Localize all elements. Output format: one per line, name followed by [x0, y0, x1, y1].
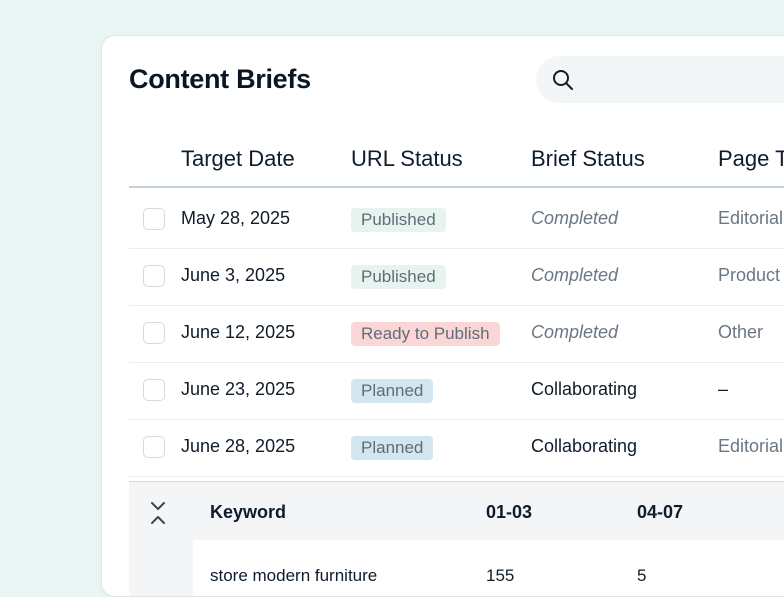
column-header-page-type[interactable]: Page T [718, 146, 784, 172]
rank-01-03-cell: 155 [486, 566, 515, 585]
page-type-cell: Editorial [718, 436, 784, 456]
url-status-badge: Published [351, 265, 446, 289]
url-status-badge: Planned [351, 379, 434, 403]
brief-status-cell: Completed [531, 208, 619, 228]
brief-status-cell: Completed [531, 265, 619, 285]
page-type-cell: – [718, 379, 729, 399]
target-date-cell: June 3, 2025 [181, 265, 286, 285]
content-briefs-card: Content Briefs Target Date URL Status Br… [101, 35, 784, 597]
brief-status-cell: Collaborating [531, 436, 638, 456]
collapse-chevron-icon[interactable] [149, 500, 167, 531]
page-type-cell: Product [718, 265, 781, 285]
table-row[interactable]: June 3, 2025 Published Completed Product [129, 248, 784, 306]
keyword-subpanel: Keyword 01-03 04-07 store modern furnitu… [129, 481, 784, 596]
table-row[interactable]: June 23, 2025 Planned Collaborating – [129, 362, 784, 420]
row-checkbox[interactable] [143, 322, 165, 344]
brief-status-cell: Collaborating [531, 379, 638, 399]
rank-01-03-header: 01-03 [486, 502, 533, 522]
rank-04-07-cell: 5 [637, 566, 647, 585]
row-checkbox[interactable] [143, 379, 165, 401]
target-date-cell: June 12, 2025 [181, 322, 296, 342]
target-date-cell: June 23, 2025 [181, 379, 296, 399]
url-status-badge: Published [351, 208, 446, 232]
page-type-cell: Other [718, 322, 764, 342]
keyword-header: Keyword [210, 502, 287, 522]
url-status-badge: Planned [351, 436, 434, 460]
table-row[interactable]: June 28, 2025 Planned Collaborating Editori… [129, 419, 784, 477]
table-row[interactable]: May 28, 2025 Published Completed Editorial [129, 191, 784, 249]
search-bar[interactable] [536, 56, 784, 103]
table-row[interactable]: June 12, 2025 Ready to Publish Completed Ot… [129, 305, 784, 363]
brief-status-cell: Completed [531, 322, 619, 342]
target-date-cell: June 28, 2025 [181, 436, 296, 456]
keyword-row: store modern furniture 155 5 [193, 540, 784, 596]
column-header-url-status[interactable]: URL Status [351, 146, 463, 172]
row-checkbox[interactable] [143, 265, 165, 287]
target-date-cell: May 28, 2025 [181, 208, 291, 228]
rank-04-07-header: 04-07 [637, 502, 684, 522]
row-checkbox[interactable] [143, 436, 165, 458]
keyword-cell: store modern furniture [210, 566, 378, 585]
page-title: Content Briefs [129, 64, 311, 94]
search-icon [552, 69, 574, 96]
search-input[interactable] [588, 64, 784, 96]
column-header-brief-status[interactable]: Brief Status [531, 146, 645, 172]
url-status-badge: Ready to Publish [351, 322, 500, 346]
table-header: Target Date URL Status Brief Status Page… [129, 136, 784, 188]
page-type-cell: Editorial [718, 208, 784, 228]
column-header-target-date[interactable]: Target Date [181, 146, 295, 172]
row-checkbox[interactable] [143, 208, 165, 230]
